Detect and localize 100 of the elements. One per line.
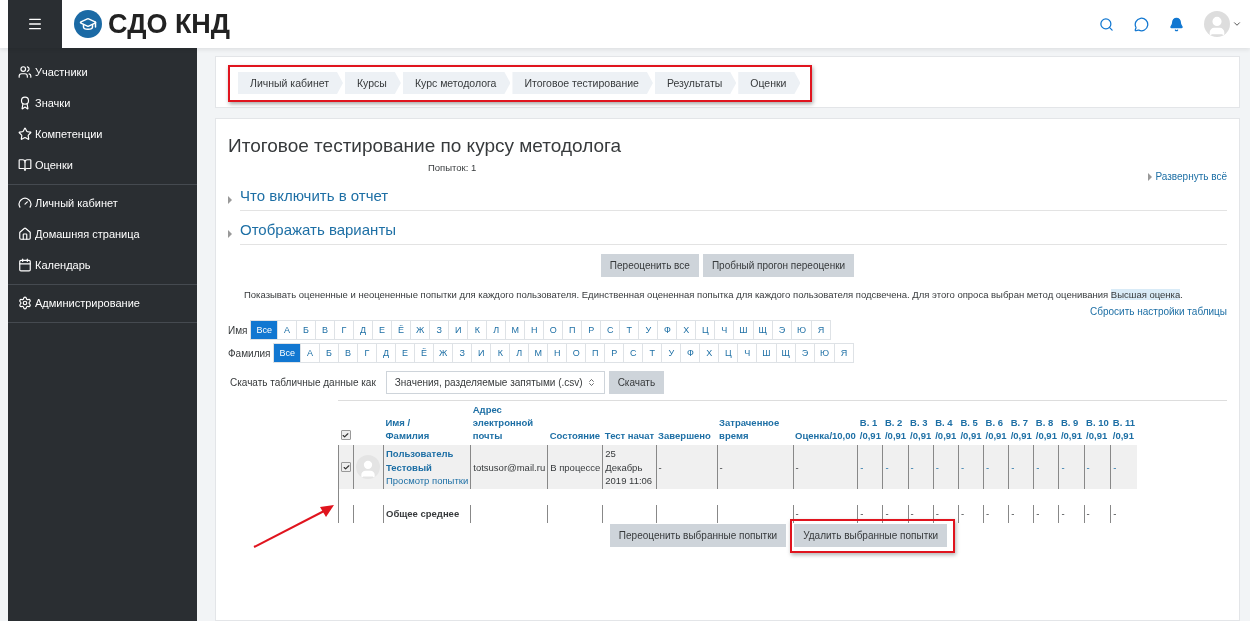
column-header[interactable]: Тест начат [604, 429, 655, 443]
checkbox[interactable] [341, 462, 351, 473]
sidebar-item[interactable]: Оценки [8, 149, 197, 180]
bell-icon[interactable] [1169, 16, 1184, 32]
letter-filter[interactable]: Ч [737, 343, 758, 363]
letter-filter[interactable]: У [661, 343, 682, 363]
letter-filter[interactable]: Б [296, 320, 316, 340]
letter-filter[interactable]: Н [547, 343, 568, 363]
delete-selected-button[interactable]: Удалить выбранные попытки [794, 523, 948, 547]
section-toggle[interactable]: Отображать варианты [240, 221, 1227, 245]
letter-filter[interactable]: Ш [756, 343, 777, 363]
column-header[interactable]: Завершено [658, 429, 716, 443]
letter-filter[interactable]: Все [250, 320, 278, 340]
column-header[interactable]: Адрес электронной почты [472, 404, 546, 443]
sidebar-item[interactable]: Домашняя страница [8, 218, 197, 249]
letter-filter[interactable]: Л [486, 320, 507, 340]
letter-filter[interactable]: Х [699, 343, 720, 363]
letter-filter[interactable]: Ю [791, 320, 813, 340]
column-header[interactable]: В. 4 /0,91 [935, 416, 957, 443]
letter-filter[interactable]: В [338, 343, 358, 363]
mark-link[interactable]: - [1061, 461, 1065, 473]
sidebar-item[interactable]: Компетенции [8, 118, 197, 149]
breadcrumb-item[interactable]: Личный кабинет [238, 72, 343, 94]
letter-filter[interactable]: Э [795, 343, 815, 363]
letter-filter[interactable]: Щ [775, 343, 796, 363]
regrade-selected-button[interactable]: Переоценить выбранные попытки [609, 524, 787, 548]
mark-link[interactable]: - [910, 461, 914, 473]
breadcrumb-item[interactable]: Итоговое тестирование [512, 72, 653, 94]
mark-link[interactable]: - [885, 461, 889, 473]
letter-filter[interactable]: Я [811, 320, 832, 340]
sidebar-item[interactable]: Участники [8, 56, 197, 87]
letter-filter[interactable]: К [490, 343, 511, 363]
mark-link[interactable]: - [960, 461, 965, 473]
letter-filter[interactable]: Г [334, 320, 354, 340]
letter-filter[interactable]: З [452, 343, 473, 363]
letter-filter[interactable]: Е [372, 320, 392, 340]
letter-filter[interactable]: Ч [714, 320, 735, 340]
sidebar-item[interactable]: Администрирование [8, 287, 197, 318]
letter-filter[interactable]: Ю [814, 343, 836, 363]
letter-filter[interactable]: Х [676, 320, 697, 340]
mark-link[interactable]: - [1113, 461, 1117, 473]
regrade-button[interactable]: Переоценить все [600, 254, 699, 277]
letter-filter[interactable]: П [562, 320, 583, 340]
sidebar-item[interactable]: Календарь [8, 249, 197, 280]
letter-filter[interactable]: Б [319, 343, 339, 363]
letter-filter[interactable]: Ж [410, 320, 431, 340]
letter-filter[interactable]: Е [395, 343, 415, 363]
letter-filter[interactable]: И [471, 343, 492, 363]
chat-bubble-icon[interactable] [1134, 16, 1149, 32]
column-header[interactable]: Оценка/10,00 [795, 429, 856, 443]
letter-filter[interactable]: Л [509, 343, 530, 363]
letter-filter[interactable]: Э [772, 320, 792, 340]
letter-filter[interactable]: В [315, 320, 335, 340]
letter-filter[interactable]: Ш [733, 320, 754, 340]
column-header[interactable]: Затраченное время [719, 416, 792, 443]
menu-button[interactable] [8, 0, 62, 48]
column-header[interactable]: В. 11 /0,91 [1112, 416, 1135, 443]
breadcrumb-item[interactable]: Оценки [738, 72, 801, 94]
review-link[interactable]: Просмотр попытки [386, 474, 469, 488]
letter-filter[interactable]: О [566, 343, 587, 363]
breadcrumb-item[interactable]: Курс методолога [402, 72, 511, 94]
column-header[interactable]: В. 7 /0,91 [1010, 416, 1032, 443]
format-select[interactable]: Значения, разделяемые запятыми (.csv) [385, 371, 605, 394]
letter-filter[interactable]: Ф [680, 343, 701, 363]
letter-filter[interactable]: Ф [657, 320, 678, 340]
mark-link[interactable]: - [1036, 461, 1040, 473]
search-icon[interactable] [1099, 16, 1114, 32]
breadcrumb-item[interactable]: Результаты [654, 72, 737, 94]
letter-filter[interactable]: У [638, 320, 659, 340]
section-toggle[interactable]: Что включить в отчет [240, 187, 1227, 211]
letter-filter[interactable]: Г [357, 343, 377, 363]
letter-filter[interactable]: Ц [695, 320, 716, 340]
letter-filter[interactable]: М [528, 343, 549, 363]
letter-filter[interactable]: С [600, 320, 621, 340]
site-logo[interactable]: СДО КНД [108, 8, 231, 40]
column-header[interactable]: В. 10 /0,91 [1086, 416, 1109, 443]
column-header[interactable]: Состояние [549, 429, 601, 443]
letter-filter[interactable]: Д [376, 343, 396, 363]
letter-filter[interactable]: Ц [718, 343, 739, 363]
column-header[interactable]: В. 2 /0,91 [884, 416, 907, 443]
letter-filter[interactable]: Д [353, 320, 373, 340]
mark-link[interactable]: - [1011, 461, 1015, 473]
regrade-button[interactable]: Пробный прогон переоценки [702, 254, 855, 277]
letter-filter[interactable]: Ё [414, 343, 434, 363]
mark-link[interactable]: - [860, 461, 864, 473]
breadcrumb-item[interactable]: Курсы [345, 72, 401, 94]
letter-filter[interactable]: С [623, 343, 644, 363]
caret-icon[interactable] [1232, 19, 1242, 29]
column-header[interactable]: В. 8 /0,91 [1035, 416, 1057, 443]
letter-filter[interactable]: Я [834, 343, 855, 363]
mark-link[interactable]: - [1086, 461, 1090, 473]
column-header[interactable]: В. 3 /0,91 [910, 416, 932, 443]
mark-link[interactable]: - [935, 461, 939, 473]
letter-filter[interactable]: Н [524, 320, 545, 340]
column-header[interactable]: В. 6 /0,91 [985, 416, 1007, 443]
user-name-link[interactable]: Пользователь Тестовый [386, 447, 466, 475]
mark-link[interactable]: - [986, 461, 990, 473]
column-header[interactable]: В. 9 /0,91 [1060, 416, 1083, 443]
letter-filter[interactable]: И [448, 320, 469, 340]
expand-all-link[interactable]: Развернуть всё [1148, 171, 1227, 182]
